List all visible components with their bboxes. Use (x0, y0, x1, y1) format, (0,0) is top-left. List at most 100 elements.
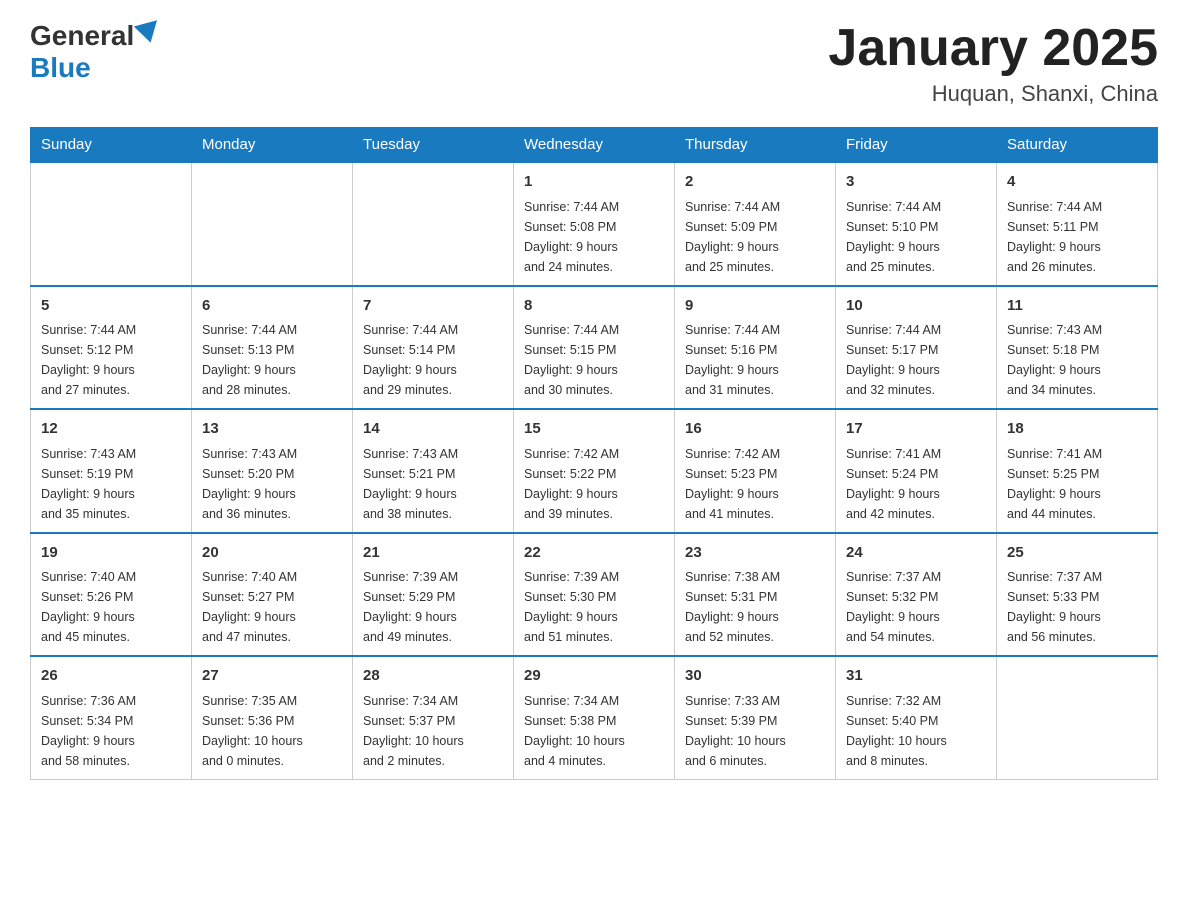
day-number: 21 (363, 542, 503, 565)
day-number: 16 (685, 418, 825, 441)
logo-blue-text: Blue (30, 52, 91, 84)
calendar-header-row: SundayMondayTuesdayWednesdayThursdayFrid… (31, 128, 1158, 163)
calendar-cell (353, 162, 514, 286)
calendar-header-tuesday: Tuesday (353, 128, 514, 163)
day-number: 24 (846, 542, 986, 565)
day-number: 22 (524, 542, 664, 565)
calendar-cell: 2 Sunrise: 7:44 AM Sunset: 5:09 PM Daylig… (675, 162, 836, 286)
calendar-cell: 17Sunrise: 7:41 AM Sunset: 5:24 PM Dayli… (836, 409, 997, 533)
month-title: January 2025 (828, 20, 1158, 77)
day-number: 3 (846, 171, 986, 194)
calendar-cell: 31Sunrise: 7:32 AM Sunset: 5:40 PM Dayli… (836, 656, 997, 779)
day-info: Sunrise: 7:40 AM Sunset: 5:26 PM Dayligh… (41, 567, 181, 647)
day-info: Sunrise: 7:37 AM Sunset: 5:33 PM Dayligh… (1007, 567, 1147, 647)
calendar-header-monday: Monday (192, 128, 353, 163)
calendar-cell: 7Sunrise: 7:44 AM Sunset: 5:14 PM Daylig… (353, 286, 514, 410)
day-info: Sunrise: 7:42 AM Sunset: 5:22 PM Dayligh… (524, 444, 664, 524)
day-number: 10 (846, 295, 986, 318)
location-text: Huquan, Shanxi, China (828, 81, 1158, 107)
calendar-cell: 18 Sunrise: 7:41 AM Sunset: 5:25 PM Dayli… (997, 409, 1158, 533)
day-number: 19 (41, 542, 181, 565)
calendar-week-row: 12 Sunrise: 7:43 AM Sunset: 5:19 PM Dayli… (31, 409, 1158, 533)
calendar-week-row: 19Sunrise: 7:40 AM Sunset: 5:26 PM Dayli… (31, 533, 1158, 657)
calendar-cell: 29 Sunrise: 7:34 AM Sunset: 5:38 PM Dayli… (514, 656, 675, 779)
calendar-cell (31, 162, 192, 286)
day-number: 15 (524, 418, 664, 441)
calendar-cell: 8Sunrise: 7:44 AM Sunset: 5:15 PM Daylig… (514, 286, 675, 410)
day-info: Sunrise: 7:43 AM Sunset: 5:18 PM Dayligh… (1007, 320, 1147, 400)
day-number: 20 (202, 542, 342, 565)
calendar-cell (997, 656, 1158, 779)
day-info: Sunrise: 7:44 AM Sunset: 5:15 PM Dayligh… (524, 320, 664, 400)
day-number: 23 (685, 542, 825, 565)
calendar-cell: 9Sunrise: 7:44 AM Sunset: 5:16 PM Daylig… (675, 286, 836, 410)
day-info: Sunrise: 7:44 AM Sunset: 5:12 PM Dayligh… (41, 320, 181, 400)
day-number: 8 (524, 295, 664, 318)
day-info: Sunrise: 7:44 AM Sunset: 5:11 PM Dayligh… (1007, 197, 1147, 277)
day-info: Sunrise: 7:44 AM Sunset: 5:09 PM Dayligh… (685, 197, 825, 277)
day-info: Sunrise: 7:44 AM Sunset: 5:16 PM Dayligh… (685, 320, 825, 400)
day-info: Sunrise: 7:38 AM Sunset: 5:31 PM Dayligh… (685, 567, 825, 647)
day-number: 14 (363, 418, 503, 441)
calendar-cell: 27 Sunrise: 7:35 AM Sunset: 5:36 PM Dayli… (192, 656, 353, 779)
day-number: 1 (524, 171, 664, 194)
calendar-header-friday: Friday (836, 128, 997, 163)
day-info: Sunrise: 7:43 AM Sunset: 5:20 PM Dayligh… (202, 444, 342, 524)
page-header: General Blue January 2025 Huquan, Shanxi… (30, 20, 1158, 107)
day-info: Sunrise: 7:39 AM Sunset: 5:30 PM Dayligh… (524, 567, 664, 647)
calendar-cell: 15 Sunrise: 7:42 AM Sunset: 5:22 PM Dayli… (514, 409, 675, 533)
calendar-week-row: 5Sunrise: 7:44 AM Sunset: 5:12 PM Daylig… (31, 286, 1158, 410)
day-info: Sunrise: 7:39 AM Sunset: 5:29 PM Dayligh… (363, 567, 503, 647)
calendar-header-sunday: Sunday (31, 128, 192, 163)
day-number: 26 (41, 665, 181, 688)
day-number: 29 (524, 665, 664, 688)
calendar-cell: 11Sunrise: 7:43 AM Sunset: 5:18 PM Dayli… (997, 286, 1158, 410)
day-info: Sunrise: 7:34 AM Sunset: 5:38 PM Dayligh… (524, 691, 664, 771)
calendar-cell: 3 Sunrise: 7:44 AM Sunset: 5:10 PM Daylig… (836, 162, 997, 286)
day-number: 30 (685, 665, 825, 688)
calendar-header-saturday: Saturday (997, 128, 1158, 163)
calendar-header-wednesday: Wednesday (514, 128, 675, 163)
calendar-cell: 30 Sunrise: 7:33 AM Sunset: 5:39 PM Dayli… (675, 656, 836, 779)
logo-general-text: General (30, 20, 134, 52)
calendar-cell: 22Sunrise: 7:39 AM Sunset: 5:30 PM Dayli… (514, 533, 675, 657)
day-number: 12 (41, 418, 181, 441)
day-info: Sunrise: 7:42 AM Sunset: 5:23 PM Dayligh… (685, 444, 825, 524)
day-info: Sunrise: 7:37 AM Sunset: 5:32 PM Dayligh… (846, 567, 986, 647)
calendar-week-row: 1Sunrise: 7:44 AM Sunset: 5:08 PM Daylig… (31, 162, 1158, 286)
day-info: Sunrise: 7:43 AM Sunset: 5:21 PM Dayligh… (363, 444, 503, 524)
day-info: Sunrise: 7:43 AM Sunset: 5:19 PM Dayligh… (41, 444, 181, 524)
day-number: 27 (202, 665, 342, 688)
day-info: Sunrise: 7:35 AM Sunset: 5:36 PM Dayligh… (202, 691, 342, 771)
day-number: 28 (363, 665, 503, 688)
day-info: Sunrise: 7:40 AM Sunset: 5:27 PM Dayligh… (202, 567, 342, 647)
calendar-cell: 14 Sunrise: 7:43 AM Sunset: 5:21 PM Dayli… (353, 409, 514, 533)
day-info: Sunrise: 7:32 AM Sunset: 5:40 PM Dayligh… (846, 691, 986, 771)
calendar-table: SundayMondayTuesdayWednesdayThursdayFrid… (30, 127, 1158, 780)
calendar-cell: 26Sunrise: 7:36 AM Sunset: 5:34 PM Dayli… (31, 656, 192, 779)
day-info: Sunrise: 7:44 AM Sunset: 5:10 PM Dayligh… (846, 197, 986, 277)
logo: General Blue (30, 20, 160, 84)
calendar-cell: 19Sunrise: 7:40 AM Sunset: 5:26 PM Dayli… (31, 533, 192, 657)
day-number: 25 (1007, 542, 1147, 565)
day-info: Sunrise: 7:41 AM Sunset: 5:25 PM Dayligh… (1007, 444, 1147, 524)
day-number: 18 (1007, 418, 1147, 441)
calendar-cell: 6Sunrise: 7:44 AM Sunset: 5:13 PM Daylig… (192, 286, 353, 410)
day-number: 2 (685, 171, 825, 194)
day-number: 6 (202, 295, 342, 318)
day-info: Sunrise: 7:44 AM Sunset: 5:17 PM Dayligh… (846, 320, 986, 400)
calendar-cell: 13 Sunrise: 7:43 AM Sunset: 5:20 PM Dayli… (192, 409, 353, 533)
day-info: Sunrise: 7:34 AM Sunset: 5:37 PM Dayligh… (363, 691, 503, 771)
calendar-cell: 16 Sunrise: 7:42 AM Sunset: 5:23 PM Dayli… (675, 409, 836, 533)
calendar-cell: 1Sunrise: 7:44 AM Sunset: 5:08 PM Daylig… (514, 162, 675, 286)
calendar-header-thursday: Thursday (675, 128, 836, 163)
calendar-cell: 20Sunrise: 7:40 AM Sunset: 5:27 PM Dayli… (192, 533, 353, 657)
calendar-cell: 24Sunrise: 7:37 AM Sunset: 5:32 PM Dayli… (836, 533, 997, 657)
day-info: Sunrise: 7:33 AM Sunset: 5:39 PM Dayligh… (685, 691, 825, 771)
calendar-week-row: 26Sunrise: 7:36 AM Sunset: 5:34 PM Dayli… (31, 656, 1158, 779)
title-block: January 2025 Huquan, Shanxi, China (828, 20, 1158, 107)
day-number: 11 (1007, 295, 1147, 318)
day-number: 13 (202, 418, 342, 441)
calendar-cell: 5Sunrise: 7:44 AM Sunset: 5:12 PM Daylig… (31, 286, 192, 410)
calendar-cell: 12 Sunrise: 7:43 AM Sunset: 5:19 PM Dayli… (31, 409, 192, 533)
